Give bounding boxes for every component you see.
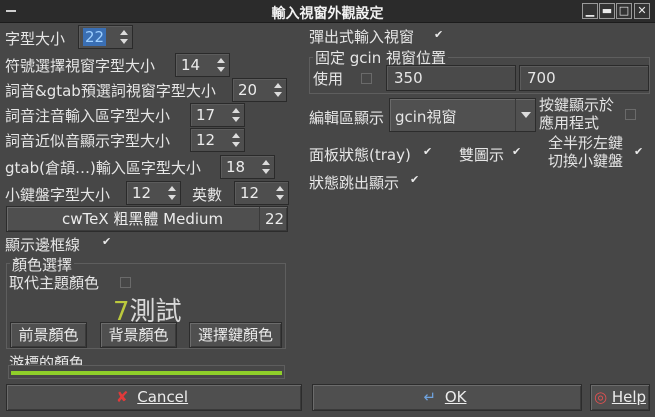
x-position-value[interactable]: 350	[394, 69, 423, 87]
key-display-line1: 按鍵顯示於	[539, 96, 615, 114]
spinner-arrows-icon[interactable]	[231, 131, 240, 149]
zhuyin-font-spinner[interactable]: 17	[190, 103, 245, 127]
keypad-font-value[interactable]: 12	[132, 184, 151, 202]
lifebuoy-icon: ◎	[593, 388, 608, 406]
english-font-spinner[interactable]: 12	[234, 181, 289, 205]
x-position-field[interactable]: 350	[386, 65, 516, 91]
background-color-button[interactable]: 背景顏色	[100, 322, 177, 348]
key-display-label: 按鍵顯示於 應用程式	[539, 96, 614, 132]
dual-icon-checkbox[interactable]	[512, 147, 522, 157]
edit-display-select[interactable]: gcin視窗	[389, 98, 536, 132]
spinner-arrows-icon[interactable]	[261, 158, 270, 176]
show-border-label: 顯示邊框線	[5, 236, 81, 254]
keypad-font-spinner[interactable]: 12	[126, 181, 181, 205]
status-popup-checkbox[interactable]	[410, 175, 420, 185]
gtab-input-font-label: gtab(倉頡…)輸入區字型大小	[5, 159, 201, 177]
title-bar: 輸入視窗外觀設定 ▁ ▬ □ ✕	[0, 0, 655, 23]
replace-theme-checkbox[interactable]	[120, 277, 131, 288]
ok-label: OK	[444, 388, 467, 406]
font-size-spinner[interactable]: 22	[78, 25, 133, 49]
gtab-input-font-spinner[interactable]: 18	[220, 155, 275, 179]
close-icon[interactable]: ✕	[634, 3, 650, 19]
font-name: cwTeX 粗黑體 Medium	[62, 210, 224, 228]
symbol-font-value[interactable]: 14	[181, 56, 200, 74]
symbol-font-spinner[interactable]: 14	[175, 53, 230, 77]
ok-button[interactable]: ↵ OK	[312, 384, 582, 411]
zhuyin-font-label: 詞音注音輸入區字型大小	[5, 107, 171, 125]
use-checkbox[interactable]	[361, 73, 372, 84]
use-label: 使用	[313, 70, 344, 88]
replace-theme-label: 取代主題顏色	[9, 274, 100, 292]
font-size-display: 22	[265, 210, 285, 228]
gtab-pre-font-spinner[interactable]: 20	[232, 78, 287, 102]
shade-icon[interactable]: ▬	[599, 3, 615, 19]
cancel-label: Cancel	[137, 388, 189, 406]
fullhalf-line2: 切換小鍵盤	[548, 152, 624, 170]
cancel-button[interactable]: ✘ Cancel	[6, 384, 302, 411]
gtab-pre-font-label: 詞音&gtab預選詞視窗字型大小	[5, 82, 216, 100]
fullhalf-checkbox[interactable]	[634, 147, 644, 157]
font-select-button[interactable]: cwTeX 粗黑體 Medium 22	[6, 206, 288, 232]
english-font-value[interactable]: 12	[240, 184, 259, 202]
tray-label: 面板狀態(tray)	[309, 146, 411, 164]
y-position-value[interactable]: 700	[527, 69, 556, 87]
spinner-arrows-icon[interactable]	[231, 106, 240, 124]
keypad-font-label: 小鍵盤字型大小	[5, 186, 111, 204]
popup-window-label: 彈出式輸入視窗	[309, 28, 415, 46]
foreground-color-button[interactable]: 前景顏色	[10, 322, 87, 348]
minimize-icon[interactable]: ▁	[582, 3, 598, 19]
edit-display-value: gcin視窗	[395, 108, 457, 126]
popup-window-checkbox[interactable]	[434, 30, 444, 40]
cursor-color-bar	[8, 365, 285, 379]
spinner-arrows-icon[interactable]	[275, 184, 284, 202]
dual-icon-label: 雙圖示	[459, 146, 505, 164]
font-button-divider	[259, 207, 260, 231]
approx-font-spinner[interactable]: 12	[190, 128, 245, 152]
cursor-color-fill	[11, 371, 282, 375]
help-button[interactable]: ◎ Help	[590, 384, 650, 411]
fullhalf-line1: 全半形左鍵	[548, 134, 624, 152]
spinner-arrows-icon[interactable]	[119, 28, 128, 46]
spinner-arrows-icon[interactable]	[273, 81, 282, 99]
edit-display-label: 編輯區顯示	[309, 109, 385, 127]
key-display-line2: 應用程式	[539, 114, 600, 132]
approx-font-value[interactable]: 12	[196, 131, 215, 149]
status-popup-label: 狀態跳出顯示	[309, 174, 400, 192]
key-display-checkbox[interactable]	[625, 109, 636, 120]
window-title: 輸入視窗外觀設定	[271, 6, 384, 22]
selection-key-color-button[interactable]: 選擇鍵顏色	[189, 322, 282, 348]
font-size-value[interactable]: 22	[83, 28, 107, 46]
y-position-field[interactable]: 700	[519, 65, 649, 91]
chevron-down-icon[interactable]	[515, 99, 535, 131]
enter-icon: ↵	[423, 388, 437, 406]
spinner-arrows-icon[interactable]	[167, 184, 176, 202]
spinner-arrows-icon[interactable]	[216, 56, 225, 74]
maximize-icon[interactable]: □	[616, 3, 632, 19]
gtab-pre-font-value[interactable]: 20	[238, 81, 257, 99]
english-font-label: 英數	[192, 186, 223, 204]
gtab-input-font-value[interactable]: 18	[226, 158, 245, 176]
tray-checkbox[interactable]	[423, 147, 433, 157]
zhuyin-font-value[interactable]: 17	[196, 106, 215, 124]
font-size-label: 字型大小	[5, 30, 66, 48]
show-border-checkbox[interactable]	[102, 237, 112, 247]
symbol-font-label: 符號選擇視窗字型大小	[5, 57, 156, 75]
cancel-icon: ✘	[115, 388, 129, 406]
approx-font-label: 詞音近似音顯示字型大小	[5, 132, 171, 150]
help-label: Help	[611, 388, 647, 406]
fullhalf-label: 全半形左鍵 切換小鍵盤	[548, 134, 623, 170]
